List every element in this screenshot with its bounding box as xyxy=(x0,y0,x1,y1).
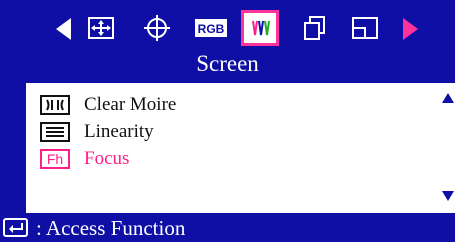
footer-hint: : Access Function xyxy=(36,216,186,240)
top-navigation-bar: RGB Screen xyxy=(0,0,455,83)
menu-item-linearity[interactable]: Linearity xyxy=(40,121,154,143)
previous-arrow-icon[interactable] xyxy=(56,18,71,40)
tab-window[interactable] xyxy=(350,10,380,46)
screen-icon xyxy=(248,17,272,39)
position-icon xyxy=(88,17,114,39)
linearity-icon xyxy=(40,122,70,142)
enter-key-icon xyxy=(3,218,28,237)
page-title: Screen xyxy=(196,51,259,76)
footer-bar: : Access Function xyxy=(0,213,455,242)
scroll-up-arrow-icon[interactable] xyxy=(442,93,454,103)
menu-item-label: Focus xyxy=(84,148,130,169)
copy-windows-icon xyxy=(304,16,325,40)
svg-text:RGB: RGB xyxy=(198,22,225,36)
left-border xyxy=(0,83,26,213)
menu-item-clear-moire[interactable]: Clear Moire xyxy=(40,94,176,116)
tab-geometry[interactable] xyxy=(142,10,172,46)
scroll-rail[interactable] xyxy=(438,83,455,213)
menu-item-label: Clear Moire xyxy=(84,94,177,115)
tab-position[interactable] xyxy=(86,10,116,46)
menu-item-label: Linearity xyxy=(84,121,154,142)
tab-color[interactable]: RGB xyxy=(194,10,228,46)
scroll-down-arrow-icon[interactable] xyxy=(442,191,454,201)
menu-item-focus[interactable]: Fh Focus xyxy=(40,148,129,170)
tab-multi-window[interactable] xyxy=(300,10,330,46)
next-arrow-icon[interactable] xyxy=(403,18,418,40)
geometry-icon xyxy=(144,15,170,41)
clear-moire-icon xyxy=(40,95,70,115)
focus-icon: Fh xyxy=(40,149,70,169)
window-icon xyxy=(352,17,378,39)
tab-screen[interactable] xyxy=(241,10,279,46)
osd-window: RGB Screen Clear Moire Linearity Fh Focu… xyxy=(0,0,455,242)
rgb-color-icon: RGB xyxy=(195,19,227,37)
